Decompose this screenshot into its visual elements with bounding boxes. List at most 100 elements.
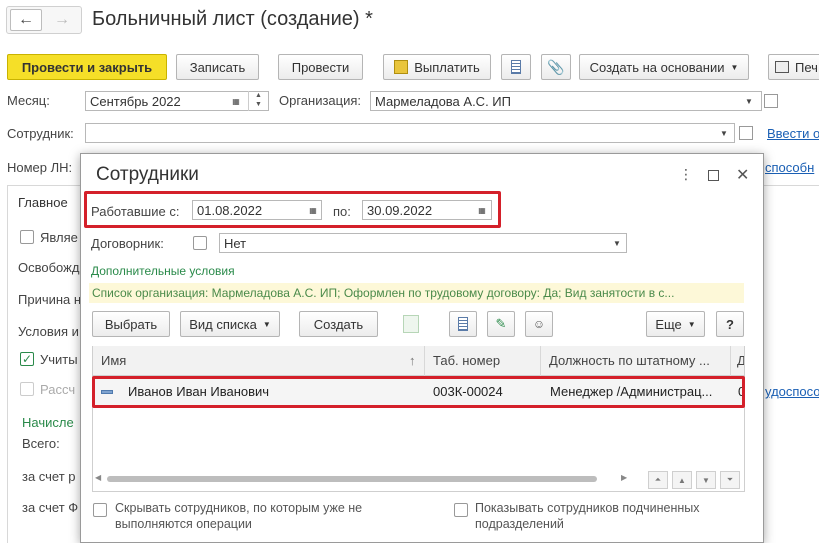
column-position[interactable]: Должность по штатному ... [541,346,731,376]
left-item-5: Рассч [40,382,76,397]
create-based-label: Создать на основании [589,59,725,75]
extra-conditions-label: Дополнительные условия [91,264,235,278]
show-subordinate-label: Показывать сотрудников подчиненных подра… [475,501,700,531]
calendar-icon[interactable]: ▦ [304,200,322,220]
scroll-right-icon[interactable]: ▶ [621,473,627,482]
scroll-down-icon[interactable]: ▼ [696,471,716,489]
tab-main[interactable]: Главное [18,195,68,210]
post-and-close-button[interactable]: Провести и закрыть [7,54,167,80]
page-title: Больничный лист (создание) * [92,8,373,30]
table-row[interactable]: Иванов Иван Иванович 003К-00024 Менеджер… [93,377,746,407]
pay-button-label: Выплатить [414,59,480,75]
list-icon-button[interactable] [501,54,531,80]
checkbox-1[interactable] [20,230,34,244]
right-link-1[interactable]: способн [765,160,814,175]
list-icon [511,60,521,74]
staff-icon-button[interactable]: ☺ [525,311,553,337]
copy-icon[interactable] [403,315,419,333]
month-stepper[interactable]: ▲ ▼ [248,91,268,111]
date-from-field[interactable]: 01.08.2022 [192,200,322,220]
open-icon[interactable] [764,94,778,108]
left-item-0: Являе [40,230,78,245]
open-icon[interactable] [739,126,753,140]
contractor-label: Договорник: [91,236,164,251]
ln-number-label: Номер ЛН: [7,160,73,175]
left-item-9: за счет Ф [22,500,79,515]
left-item-2: Причина н [18,292,82,307]
calendar-icon[interactable]: ▦ [473,200,491,220]
save-button[interactable]: Записать [176,54,259,80]
chevron-down-icon: ▼ [687,319,696,329]
select-button[interactable]: Выбрать [92,311,170,337]
chevron-down-icon: ▼ [730,62,739,72]
more-button[interactable]: Еще ▼ [646,311,705,337]
left-item-7: Всего: [22,436,60,451]
hide-employees-checkbox[interactable] [93,503,107,517]
view-list-label: Вид списка [189,316,257,332]
scroll-top-icon[interactable]: ⏶ [648,471,668,489]
checkbox-2[interactable]: ✓ [20,352,34,366]
employee-name-cell: Иванов Иван Иванович [128,384,270,399]
d-cell: 0 [738,384,746,399]
month-value: Сентябрь 2022 [90,93,181,109]
org-value: Мармеладова А.С. ИП [375,93,511,109]
close-icon[interactable]: ✕ [736,165,749,185]
person-icon: ☺ [532,317,546,331]
left-item-4: Учиты [40,352,78,367]
column-tab-number[interactable]: Таб. номер [425,346,541,376]
sort-up-icon: ↑ [409,353,416,368]
pencil-icon: ✎ [495,316,507,331]
create-button[interactable]: Создать [299,311,378,337]
employee-field[interactable] [85,123,735,143]
forward-button[interactable]: → [46,9,78,31]
view-list-button[interactable]: Вид списка ▼ [180,311,280,337]
horizontal-scrollbar[interactable] [107,476,597,482]
left-item-1: Освобожд [18,260,80,275]
contractor-value: Нет [224,235,247,251]
row-marker-icon [101,390,113,394]
checkbox-3[interactable] [20,382,34,396]
scroll-up-icon[interactable]: ▲ [672,471,692,489]
column-name[interactable]: Имя [93,346,425,376]
print-button[interactable]: Печ [768,54,819,80]
left-item-6: Начисле [22,415,74,430]
month-label: Месяц: [7,93,50,108]
list-icon-button[interactable] [449,311,477,337]
back-button[interactable]: ← [10,9,42,31]
hide-employees-label: Скрывать сотрудников, по которым уже не … [115,501,363,531]
post-button[interactable]: Провести [278,54,363,80]
more-menu-icon[interactable]: ⋮ [679,166,693,183]
edit-icon-button[interactable]: ✎ [487,311,515,337]
show-subordinate-checkbox[interactable] [454,503,468,517]
printer-icon [775,61,789,73]
org-field[interactable]: Мармеладова А.С. ИП [370,91,762,111]
filter-summary[interactable]: Список организация: Мармеладова А.С. ИП;… [89,283,744,303]
date-to-value: 30.09.2022 [367,202,433,218]
pay-button[interactable]: Выплатить [383,54,491,80]
calendar-icon[interactable]: ▦ [227,91,245,111]
chevron-down-icon[interactable]: ▼ [608,233,626,253]
enter-link[interactable]: Ввести о [767,126,819,141]
print-button-label: Печ [795,59,818,75]
right-link-2[interactable]: удоспособ [765,384,819,399]
maximize-icon[interactable] [708,170,719,181]
worked-from-label: Работавшие с: [91,204,180,219]
scroll-bottom-icon[interactable]: ⏷ [720,471,740,489]
table-header: Имя ↑ Таб. номер Должность по штатному .… [93,346,744,376]
dialog-title: Сотрудники [96,164,199,185]
employees-dialog: Сотрудники ⋮ ✕ Работавшие с: 01.08.2022 … [80,153,764,543]
attach-button[interactable]: 📎 [541,54,571,80]
pay-icon [394,60,409,74]
scroll-left-icon[interactable]: ◀ [95,473,101,482]
create-based-button[interactable]: Создать на основании ▼ [579,54,749,80]
contractor-field[interactable]: Нет [219,233,627,253]
chevron-down-icon[interactable]: ▼ [715,123,733,143]
position-cell: Менеджер /Администрац... [550,384,713,399]
contractor-checkbox[interactable] [193,236,207,250]
column-d[interactable]: Д [731,346,744,376]
chevron-down-icon[interactable]: ▼ [740,91,758,111]
tab-number-cell: 003К-00024 [433,384,503,399]
left-item-8: за счет р [22,469,76,484]
help-button[interactable]: ? [716,311,744,337]
date-from-value: 01.08.2022 [197,202,263,218]
